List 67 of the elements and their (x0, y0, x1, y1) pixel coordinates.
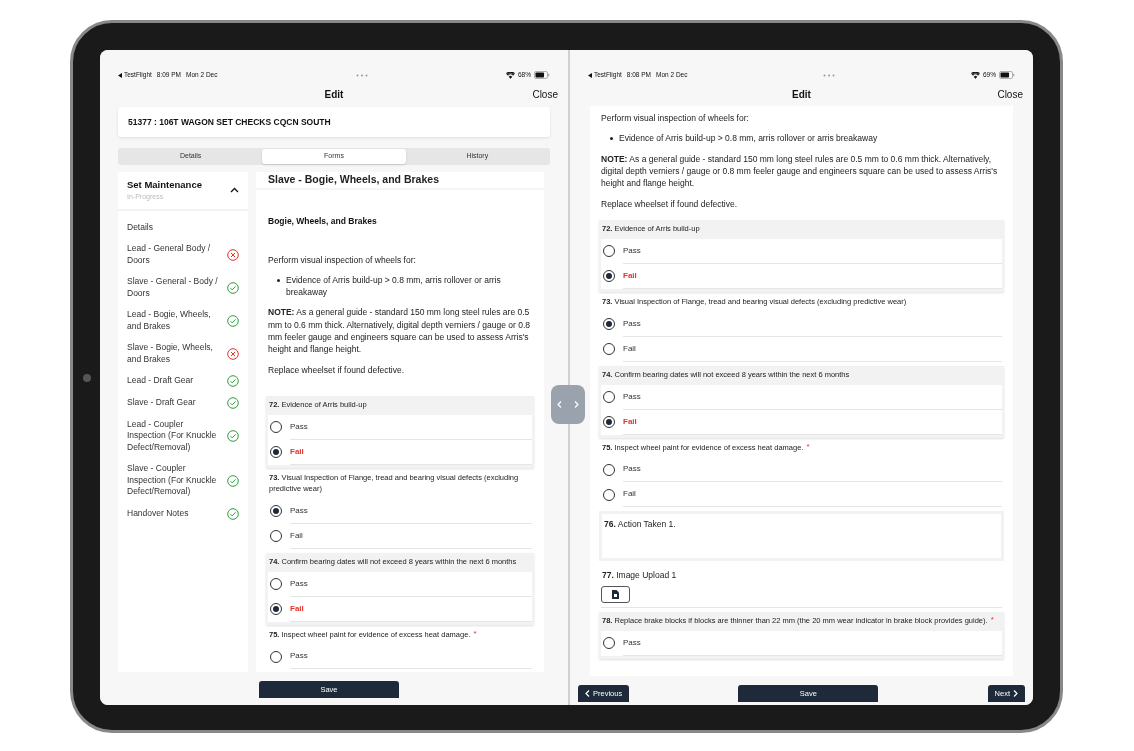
option-label: Fail (623, 342, 636, 355)
option-label: Pass (290, 420, 308, 433)
close-button[interactable]: Close (997, 86, 1023, 102)
question-label: 76. Action Taken 1. (604, 518, 676, 531)
note-text: NOTE: As a general guide - standard 150 mm long steel rules are 0.5 mm to 0.6 mm thick. Alternatively, digital depth verniers / gauge or 0.8 mm feeler gauge and engineers square can be used to assess Arris's height and flange height. (601, 152, 999, 190)
required-mark: * (806, 440, 810, 453)
option-label: Fail (290, 529, 303, 542)
option-label: Pass (623, 317, 641, 330)
chevron-left-icon (557, 401, 562, 408)
chevron-left-icon (585, 690, 590, 697)
intro-text: Perform visual inspection of wheels for: (268, 253, 417, 266)
wifi-icon (971, 71, 980, 79)
note-text: NOTE: As a general guide - standard 150 mm long steel rules are 0.5 mm to 0.6 mm thick. Alternatively, digital depth verniers / gauge or 0.8 mm feeler gauge and engineers square can be used to assess Arris's height and flange height. (268, 306, 532, 356)
text-area[interactable]: 76. Action Taken 1. (602, 514, 1001, 559)
bullet-icon (610, 137, 613, 141)
back-triangle-icon (118, 72, 122, 78)
option-label: Pass (623, 244, 641, 257)
required-mark: * (473, 627, 477, 640)
sidebar-item[interactable]: Lead - Bogie, Wheels, and Brakes (118, 304, 248, 338)
option-label: Pass (290, 650, 308, 663)
sidebar-item[interactable]: Slave - Bogie, Wheels, and Brakes (118, 337, 248, 370)
option-label: Pass (623, 463, 641, 476)
more-dots-icon[interactable] (355, 73, 368, 77)
close-button[interactable]: Close (532, 86, 558, 102)
sidebar-title: Set Maintenance (127, 178, 202, 192)
sidebar-item[interactable]: Slave - General - Body / Doors (118, 271, 248, 305)
required-mark: * (990, 613, 994, 626)
nav-title: Edit (324, 87, 344, 102)
option-label: Pass (290, 577, 308, 590)
job-title: 51377 : 106T WAGON SET CHECKS CQCN SOUTH (128, 115, 331, 129)
upload-button[interactable] (601, 585, 630, 603)
form-title: Slave - Bogie, Wheels, and Brakes (268, 172, 439, 187)
back-triangle-icon (588, 72, 592, 78)
closing-text: Replace wheelset if found defective. (268, 363, 406, 376)
battery-icon (534, 71, 550, 79)
camera-icon (83, 374, 91, 382)
file-icon (612, 589, 619, 599)
option-label: Fail (290, 445, 304, 458)
more-dots-icon[interactable] (823, 73, 836, 77)
battery-icon (999, 71, 1015, 79)
nav-title: Edit (792, 87, 811, 102)
wifi-icon (506, 71, 515, 79)
chevron-right-icon (574, 401, 579, 408)
closing-text: Replace wheelset if found defective. (601, 197, 739, 210)
sidebar-item[interactable]: Lead - General Body / Doors (118, 238, 248, 272)
intro-text: Perform visual inspection of wheels for: (601, 112, 750, 125)
chevron-up-icon[interactable] (230, 187, 239, 194)
section-heading: Bogie, Wheels, and Brakes (268, 214, 378, 228)
bullet-text: Evidence of Arris build-up > 0.8 mm, arris rollover or arris breakaway (619, 132, 878, 145)
sidebar-item[interactable]: Slave - Draft Gear (118, 391, 248, 414)
sidebar-item[interactable]: Lead - Coupler Inspection (For Knuckle Defect/Removal) (118, 413, 248, 459)
option-label: Fail (290, 602, 304, 615)
option-label: Fail (623, 415, 637, 428)
option-label: Fail (623, 488, 636, 501)
question-label: 77. Image Upload 1 (602, 569, 677, 582)
split-handle[interactable] (551, 385, 585, 424)
sidebar-item[interactable]: Handover Notes (118, 502, 248, 525)
option-label: Pass (290, 504, 308, 517)
bullet-text: Evidence of Arris build-up > 0.8 mm, arris rollover or arris breakaway (286, 273, 502, 299)
bullet-icon (277, 278, 280, 282)
chevron-right-icon (1013, 690, 1018, 697)
option-label: Fail (623, 269, 637, 282)
sidebar-item[interactable]: Slave - Coupler Inspection (For Knuckle Defect/Removal) (118, 458, 248, 503)
option-label: Pass (623, 636, 641, 649)
option-label: Pass (623, 390, 641, 403)
sidebar-item[interactable]: Lead - Draft Gear (118, 369, 248, 392)
sidebar-item[interactable]: Details (118, 216, 248, 239)
